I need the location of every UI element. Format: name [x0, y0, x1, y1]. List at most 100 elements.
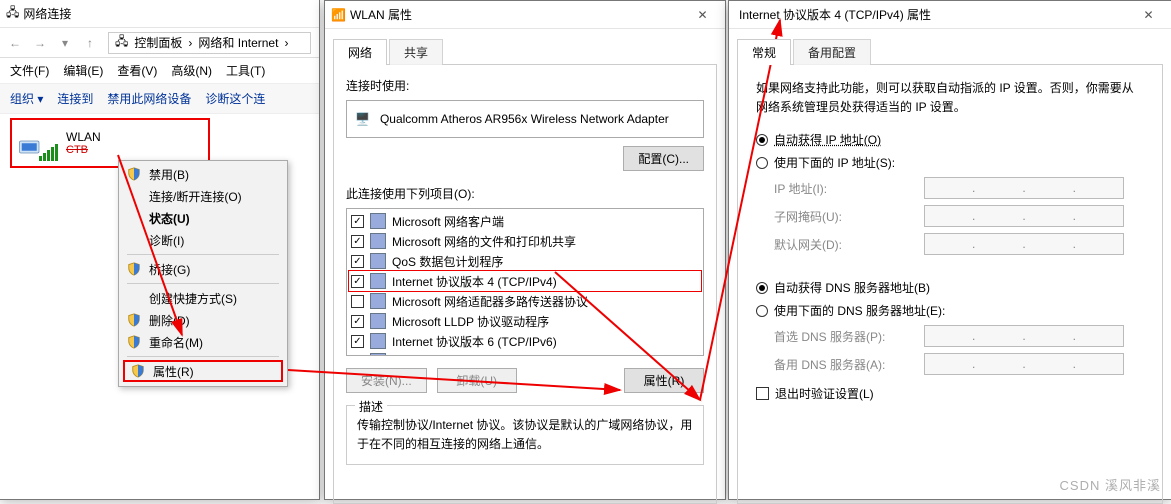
ctx-status[interactable]: 状态(U): [121, 207, 285, 229]
radio-manual-ip[interactable]: 使用下面的 IP 地址(S):: [756, 154, 1144, 171]
protocol-label: Microsoft 网络的文件和打印机共享: [392, 233, 576, 250]
adapter-name: WLAN: [66, 130, 101, 144]
checkbox-icon[interactable]: ✓: [351, 215, 364, 228]
ctx-properties[interactable]: 属性(R): [123, 360, 283, 382]
protocol-item[interactable]: ✓ 链路层拓扑发现响应程序: [349, 351, 701, 356]
tab-network[interactable]: 网络: [333, 39, 387, 65]
cmd-diagnose[interactable]: 诊断这个连: [205, 90, 265, 107]
ctx-label: 重命名(M): [149, 334, 203, 351]
tab-share[interactable]: 共享: [389, 39, 443, 65]
protocol-item[interactable]: ✓ Microsoft 网络的文件和打印机共享: [349, 231, 701, 251]
protocol-item[interactable]: ✓QoS 数据包计划程序: [349, 251, 701, 271]
validate-exit-row[interactable]: 退出时验证设置(L): [756, 385, 1144, 402]
ctx-bridge[interactable]: 桥接(G): [121, 258, 285, 280]
nav-row: ← → ▾ ↑ 🖧 控制面板 › 网络和 Internet ›: [0, 28, 319, 58]
radio-icon: [756, 134, 768, 146]
back-button[interactable]: ←: [4, 32, 26, 54]
ctx-label: 诊断(I): [149, 232, 184, 249]
radio-label: 自动获得 IP 地址(O): [774, 131, 881, 148]
dns2-label: 备用 DNS 服务器(A):: [774, 356, 924, 373]
ctx-label: 连接/断开连接(O): [149, 188, 242, 205]
button-row: 安装(N)... 卸载(U) 属性(R): [346, 368, 704, 393]
tab-alt[interactable]: 备用配置: [793, 39, 871, 65]
ctx-shortcut[interactable]: 创建快捷方式(S): [121, 287, 285, 309]
protocol-item[interactable]: ✓Microsoft LLDP 协议驱动程序: [349, 311, 701, 331]
w2-titlebar: 📶 WLAN 属性 ✕: [325, 1, 725, 29]
gw-row: 默认网关(D): ...: [774, 233, 1144, 255]
ctx-disable[interactable]: 禁用(B): [121, 163, 285, 185]
protocol-item[interactable]: Microsoft 网络适配器多路传送器协议: [349, 291, 701, 311]
menu-tools[interactable]: 工具(T): [226, 62, 265, 79]
protocol-item[interactable]: ✓Internet 协议版本 4 (TCP/IPv4): [349, 271, 701, 291]
adapter-name: Qualcomm Atheros AR956x Wireless Network…: [380, 112, 669, 126]
ip-row: IP 地址(I): ...: [774, 177, 1144, 199]
menu-file[interactable]: 文件(F): [10, 62, 49, 79]
items-label: 此连接使用下列项目(O):: [346, 185, 704, 202]
breadcrumb-part[interactable]: 网络和 Internet: [198, 34, 278, 51]
help-text: 如果网络支持此功能，则可以获取自动指派的 IP 设置。否则，你需要从网络系统管理…: [756, 79, 1144, 117]
cmd-connect[interactable]: 连接到: [57, 90, 93, 107]
menu-view[interactable]: 查看(V): [117, 62, 157, 79]
recent-dropdown[interactable]: ▾: [54, 32, 76, 54]
configure-button[interactable]: 配置(C)...: [623, 146, 704, 171]
forward-button[interactable]: →: [29, 32, 51, 54]
install-button[interactable]: 安装(N)...: [346, 368, 427, 393]
uninstall-button[interactable]: 卸载(U): [437, 368, 517, 393]
ctx-label: 桥接(G): [149, 261, 190, 278]
protocol-icon: [370, 293, 386, 309]
radio-label: 使用下面的 DNS 服务器地址(E):: [774, 302, 945, 319]
radio-label: 使用下面的 IP 地址(S):: [774, 154, 895, 171]
separator: [127, 283, 279, 284]
close-button[interactable]: ✕: [1126, 1, 1171, 29]
radio-icon: [756, 282, 768, 294]
gw-field: ...: [924, 233, 1124, 255]
protocol-item[interactable]: ✓ Internet 协议版本 6 (TCP/IPv6): [349, 331, 701, 351]
properties-button[interactable]: 属性(R): [624, 368, 704, 393]
network-icon: 🖧: [6, 3, 19, 24]
radio-manual-dns[interactable]: 使用下面的 DNS 服务器地址(E):: [756, 302, 1144, 319]
ctx-rename[interactable]: 重命名(M): [121, 331, 285, 353]
shield-icon: [127, 313, 141, 327]
checkbox-icon[interactable]: ✓: [351, 275, 364, 288]
menubar: 文件(F) 编辑(E) 查看(V) 高级(N) 工具(T): [0, 58, 319, 84]
up-button[interactable]: ↑: [79, 32, 101, 54]
checkbox-icon[interactable]: [351, 295, 364, 308]
shield-icon: [131, 364, 145, 378]
radio-auto-ip[interactable]: 自动获得 IP 地址(O): [756, 131, 1144, 148]
w3-titlebar: Internet 协议版本 4 (TCP/IPv4) 属性 ✕: [729, 1, 1171, 29]
protocol-icon: [370, 233, 386, 249]
protocol-label: 链路层拓扑发现响应程序: [392, 353, 524, 357]
tab-general[interactable]: 常规: [737, 39, 791, 65]
checkbox-icon[interactable]: ✓: [351, 335, 364, 348]
menu-edit[interactable]: 编辑(E): [63, 62, 103, 79]
mask-label: 子网掩码(U):: [774, 208, 924, 225]
tab-body: 如果网络支持此功能，则可以获取自动指派的 IP 设置。否则，你需要从网络系统管理…: [737, 64, 1163, 504]
dns2-row: 备用 DNS 服务器(A): ...: [774, 353, 1144, 375]
ctx-connect[interactable]: 连接/断开连接(O): [121, 185, 285, 207]
menu-advanced[interactable]: 高级(N): [171, 62, 212, 79]
checkbox-icon[interactable]: ✓: [351, 235, 364, 248]
dns1-row: 首选 DNS 服务器(P): ...: [774, 325, 1144, 347]
protocol-item[interactable]: ✓ Microsoft 网络客户端: [349, 211, 701, 231]
protocol-label: Internet 协议版本 6 (TCP/IPv6): [392, 333, 557, 350]
ctx-delete[interactable]: 删除(D): [121, 309, 285, 331]
checkbox-icon[interactable]: ✓: [351, 355, 364, 357]
checkbox-icon[interactable]: ✓: [351, 255, 364, 268]
protocol-list[interactable]: ✓ Microsoft 网络客户端 ✓ Microsoft 网络的文件和打印机共享✓Q…: [346, 208, 704, 356]
ctx-label: 禁用(B): [149, 166, 189, 183]
address-bar[interactable]: 🖧 控制面板 › 网络和 Internet ›: [108, 32, 311, 54]
ip-field: ...: [924, 177, 1124, 199]
cmd-organize[interactable]: 组织 ▾: [10, 90, 43, 107]
radio-label: 自动获得 DNS 服务器地址(B): [774, 279, 930, 296]
breadcrumb-part[interactable]: 控制面板: [134, 34, 182, 51]
ctx-diagnose[interactable]: 诊断(I): [121, 229, 285, 251]
checkbox-icon[interactable]: ✓: [351, 315, 364, 328]
cmd-disable[interactable]: 禁用此网络设备: [107, 90, 191, 107]
close-button[interactable]: ✕: [680, 1, 725, 29]
ip-label: IP 地址(I):: [774, 180, 924, 197]
radio-auto-dns[interactable]: 自动获得 DNS 服务器地址(B): [756, 279, 1144, 296]
network-icon: 🖧: [115, 32, 128, 53]
protocol-label: Microsoft 网络客户端: [392, 213, 504, 230]
tab-body: 连接时使用: 🖥️ Qualcomm Atheros AR956x Wirele…: [333, 64, 717, 504]
wifi-icon: 📶: [331, 8, 346, 22]
